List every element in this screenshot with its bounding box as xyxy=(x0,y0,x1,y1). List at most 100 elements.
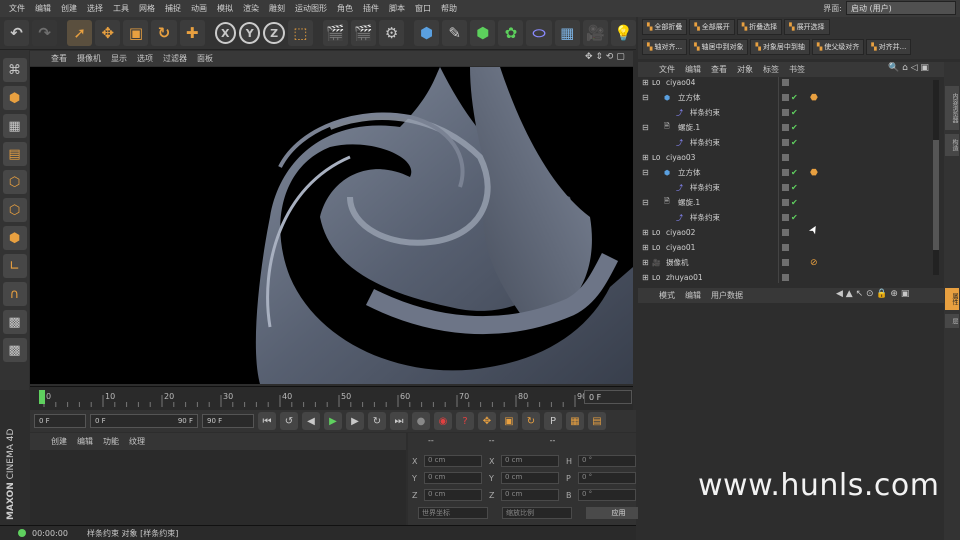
attributes-menu-item[interactable]: 用户数据 xyxy=(706,290,748,301)
viewport-menu-item[interactable]: 摄像机 xyxy=(72,53,106,64)
tab-attributes[interactable]: 属性 xyxy=(945,288,959,310)
pos-x-field[interactable]: 0 cm xyxy=(424,455,482,467)
go-to-end-icon[interactable]: ⏭ xyxy=(390,412,408,430)
world-coords-dropdown[interactable]: 世界坐标 xyxy=(418,507,488,519)
visibility-icon[interactable] xyxy=(782,139,789,146)
expand-icon[interactable]: ⊞ xyxy=(642,273,652,282)
viewport-nav-icons[interactable]: ✥ ⇕ ⟲ ▢ xyxy=(585,52,625,62)
menu-item[interactable]: 角色 xyxy=(332,3,358,14)
menu-item[interactable]: 插件 xyxy=(358,3,384,14)
quantize-icon[interactable]: ▩ xyxy=(2,310,27,334)
visibility-icon[interactable] xyxy=(782,229,789,236)
layout-button[interactable]: ▚ 对齐并... xyxy=(866,39,912,55)
visibility-column[interactable] xyxy=(778,270,804,283)
play-icon[interactable]: ▶ xyxy=(324,412,342,430)
x-axis-button[interactable]: X xyxy=(214,22,236,44)
key-position-icon[interactable]: ✥ xyxy=(478,412,496,430)
object-row[interactable]: ⊞ L0 ciyao01 xyxy=(638,240,935,255)
visibility-column[interactable]: ✔ xyxy=(778,180,804,195)
object-row[interactable]: ⤴ 样条约束 ✔ xyxy=(638,135,935,150)
lock-workplane-icon[interactable]: ▩ xyxy=(2,338,27,362)
render-picture-viewer-icon[interactable]: 🎬 xyxy=(350,20,376,46)
visibility-icon[interactable] xyxy=(782,169,789,176)
menu-item[interactable]: 捕捉 xyxy=(160,3,186,14)
layout-button[interactable]: ▚ 使父级对齐 xyxy=(811,39,865,55)
visibility-icon[interactable] xyxy=(782,244,789,251)
size-z-field[interactable]: 0 cm xyxy=(501,489,559,501)
viewport-menu-item[interactable]: 选项 xyxy=(132,53,158,64)
interface-selector[interactable]: 界面: 启动 (用户) xyxy=(823,1,956,15)
workplane-icon[interactable]: ▤ xyxy=(2,142,27,166)
go-to-start-icon[interactable]: ⏮ xyxy=(258,412,276,430)
tab-content-browser[interactable]: 内容浏览器 xyxy=(945,86,959,130)
z-axis-button[interactable]: Z xyxy=(263,22,285,44)
spline-pen-icon[interactable]: ✎ xyxy=(442,20,468,46)
rot-p-field[interactable]: 0 ° xyxy=(578,472,636,484)
object-menu-item[interactable]: 书签 xyxy=(784,64,810,75)
object-menu-item[interactable]: 编辑 xyxy=(680,64,706,75)
attributes-menu-item[interactable]: 模式 xyxy=(654,290,680,301)
scale-mode-dropdown[interactable]: 缩放比例 xyxy=(502,507,572,519)
visibility-column[interactable]: ✔ xyxy=(778,195,804,210)
key-pla-icon[interactable]: ▦ xyxy=(566,412,584,430)
material-menu-item[interactable]: 纹理 xyxy=(124,436,150,447)
menu-item[interactable]: 运动图形 xyxy=(290,3,332,14)
enabled-check-icon[interactable]: ✔ xyxy=(791,123,798,132)
material-menu-item[interactable]: 创建 xyxy=(46,436,72,447)
move-icon[interactable]: ✥ xyxy=(95,20,121,46)
frame-range-slider[interactable]: 0 F 90 F xyxy=(90,414,198,428)
visibility-icon[interactable] xyxy=(782,274,789,281)
visibility-column[interactable] xyxy=(778,77,804,90)
deformer-icon[interactable]: ⬭ xyxy=(526,20,552,46)
key-scale-icon[interactable]: ▣ xyxy=(500,412,518,430)
viewport-menu-item[interactable]: 面板 xyxy=(192,53,218,64)
attributes-menu-item[interactable]: 编辑 xyxy=(680,290,706,301)
expand-icon[interactable]: ⊞ xyxy=(642,78,652,87)
object-row[interactable]: ⊟ ⬢ 立方体 ✔ ⬣ xyxy=(638,165,935,180)
autokey-icon[interactable]: ◉ xyxy=(434,412,452,430)
keyframe-selection-icon[interactable]: ? xyxy=(456,412,474,430)
expand-icon[interactable]: ⊞ xyxy=(642,228,652,237)
prev-frame-icon[interactable]: ◀ xyxy=(302,412,320,430)
object-row[interactable]: ⊞ L0 ciyao04 xyxy=(638,77,935,90)
visibility-column[interactable] xyxy=(778,255,804,270)
size-x-field[interactable]: 0 cm xyxy=(501,455,559,467)
menu-item[interactable]: 选择 xyxy=(82,3,108,14)
layout-button[interactable]: ▚ 对象居中到轴 xyxy=(750,39,810,55)
key-parameter-icon[interactable]: P xyxy=(544,412,562,430)
object-manager-tools[interactable]: 🔍 ⌂ ◁ ▣ xyxy=(888,63,929,73)
menu-item[interactable]: 模拟 xyxy=(212,3,238,14)
timeline-window-icon[interactable]: ▤ xyxy=(588,412,606,430)
menu-item[interactable]: 网格 xyxy=(134,3,160,14)
object-menu-item[interactable]: 文件 xyxy=(654,64,680,75)
menu-item[interactable]: 渲染 xyxy=(238,3,264,14)
layout-button[interactable]: ▚ 展开选择 xyxy=(784,19,830,35)
visibility-icon[interactable] xyxy=(782,154,789,161)
expand-icon[interactable]: ⊟ xyxy=(642,198,652,207)
expand-icon[interactable]: ⊞ xyxy=(642,153,652,162)
camera-icon[interactable]: 🎥 xyxy=(582,20,608,46)
menu-item[interactable]: 动画 xyxy=(186,3,212,14)
menu-item[interactable]: 雕刻 xyxy=(264,3,290,14)
pos-z-field[interactable]: 0 cm xyxy=(424,489,482,501)
visibility-icon[interactable] xyxy=(782,124,789,131)
subdivision-icon[interactable]: ⬢ xyxy=(470,20,496,46)
end-frame-field[interactable]: 90 F xyxy=(202,414,254,428)
snap-icon[interactable]: ∩ xyxy=(2,282,27,306)
object-row[interactable]: ⤴ 样条约束 ✔ xyxy=(638,180,935,195)
material-menu-item[interactable]: 功能 xyxy=(98,436,124,447)
pos-y-field[interactable]: 0 cm xyxy=(424,472,482,484)
object-menu-item[interactable]: 标签 xyxy=(758,64,784,75)
visibility-column[interactable]: ✔ xyxy=(778,120,804,135)
enabled-check-icon[interactable]: ✔ xyxy=(791,93,798,102)
render-view-icon[interactable]: 🎬 xyxy=(322,20,348,46)
layout-button[interactable]: ▚ 全部展开 xyxy=(689,19,735,35)
record-icon[interactable]: ● xyxy=(412,412,430,430)
tag-icon[interactable]: ⬣ xyxy=(810,93,818,103)
viewport-menu-item[interactable]: 显示 xyxy=(106,53,132,64)
select-icon[interactable]: ➚ xyxy=(67,20,93,46)
visibility-column[interactable] xyxy=(778,240,804,255)
menu-item[interactable]: 窗口 xyxy=(410,3,436,14)
model-mode-icon[interactable]: ⬢ xyxy=(2,86,27,110)
size-y-field[interactable]: 0 cm xyxy=(501,472,559,484)
